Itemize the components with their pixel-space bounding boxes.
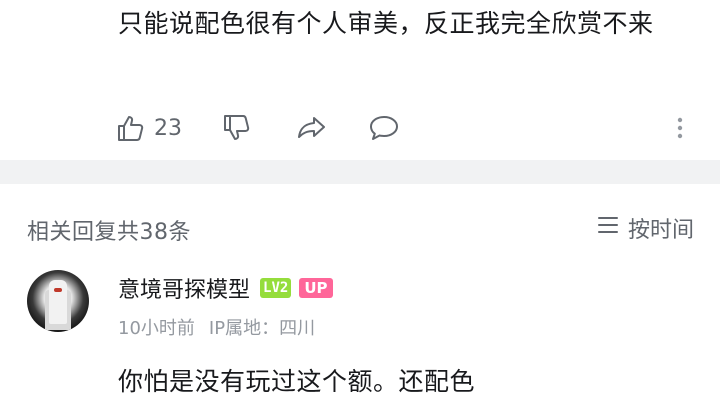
comment-text: 只能说配色很有个人审美，反正我完全欣赏不来 [118,9,654,38]
level-badge: LV2 [260,278,292,298]
like-count: 23 [154,115,182,141]
reply-text: 你怕是没有玩过这个额。还配色 [118,367,476,396]
thumbs-up-icon [116,113,146,143]
comment-actions: 23 [116,108,696,148]
like-button[interactable]: 23 [116,108,182,148]
username[interactable]: 意境哥探模型 [118,272,250,304]
comment-card: 只能说配色很有个人审美，反正我完全欣赏不来 23 [0,0,720,160]
ip-location: IP属地：四川 [208,318,316,339]
replies-header: 相关回复共38条 按时间 [0,184,720,270]
list-icon [596,214,628,242]
avatar[interactable] [27,270,89,332]
reply-item: 意境哥探模型 LV2 UP 10小时前 IP属地：四川 你怕是没有玩过这个额。还… [0,262,720,405]
share-icon [296,113,328,143]
up-badge: UP [299,278,333,298]
comment-icon [368,113,400,143]
sort-label: 按时间 [627,218,694,243]
share-button[interactable] [296,108,328,148]
more-vertical-icon [668,113,692,143]
reply-button[interactable] [368,108,400,148]
reply-time: 10小时前 [118,318,195,339]
avatar-figure [49,280,67,324]
sort-button[interactable]: 按时间 [596,212,694,244]
thumbs-down-icon [222,113,252,143]
section-divider [0,160,720,184]
dislike-button[interactable] [222,108,252,148]
reply-meta: 10小时前 IP属地：四川 [118,314,315,340]
username-row: 意境哥探模型 LV2 UP [118,272,333,304]
more-button[interactable] [668,108,692,148]
replies-count: 相关回复共38条 [27,220,191,245]
